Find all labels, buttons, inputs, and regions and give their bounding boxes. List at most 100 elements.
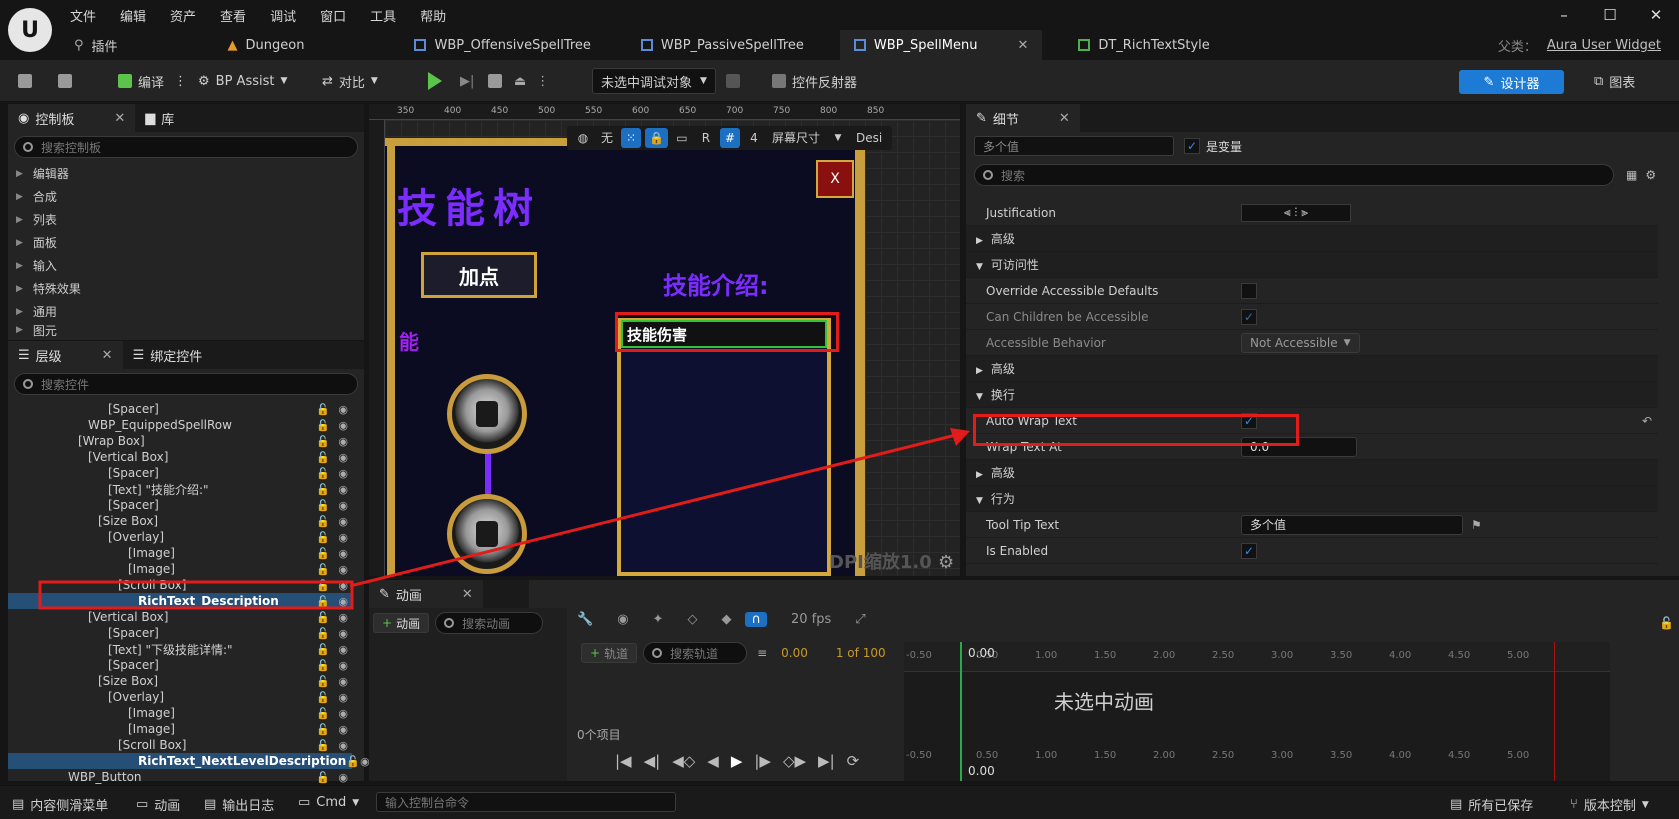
- menu-help[interactable]: 帮助: [420, 6, 446, 25]
- playhead[interactable]: [960, 642, 962, 781]
- eye-icon[interactable]: ◉: [617, 612, 628, 627]
- unlock-icon[interactable]: 🔓: [316, 707, 330, 720]
- hierarchy-item[interactable]: [Text] "技能介绍:" 🔓 ◉: [8, 481, 352, 497]
- console-input[interactable]: 输入控制台命令: [376, 792, 676, 812]
- close-icon[interactable]: ✕: [102, 348, 113, 363]
- tab-library[interactable]: ▆ 库: [135, 104, 184, 132]
- parent-class-link[interactable]: Aura User Widget: [1547, 38, 1661, 53]
- unreal-logo-icon[interactable]: U: [8, 8, 52, 52]
- next-key-icon[interactable]: ◇▶: [783, 752, 806, 770]
- unlock-icon[interactable]: 🔓: [316, 547, 330, 560]
- hierarchy-item[interactable]: [Overlay] 🔓 ◉: [8, 529, 352, 545]
- flag-icon[interactable]: ⚑: [1471, 518, 1482, 532]
- advanced-section-2[interactable]: ▶ 高级: [966, 356, 1658, 382]
- play-icon[interactable]: ▶: [731, 752, 743, 770]
- justification-buttons[interactable]: ⫷ ⫶ ⫸: [1241, 203, 1351, 222]
- palette-category[interactable]: ▶ 面板: [8, 231, 364, 254]
- compile-button[interactable]: 编译 ⋮: [118, 68, 187, 94]
- lock-icon[interactable]: 🔒: [645, 128, 668, 148]
- unlock-icon[interactable]: 🔓: [316, 771, 330, 784]
- screen-size-dropdown[interactable]: 屏幕尺寸: [768, 128, 824, 148]
- eye-icon[interactable]: ◉: [338, 403, 348, 416]
- animation-status-button[interactable]: ▭ 动画: [136, 795, 180, 814]
- unlock-icon[interactable]: 🔓: [316, 627, 330, 640]
- cmd-dropdown[interactable]: ▭ Cmd ▼: [298, 795, 359, 810]
- menu-file[interactable]: 文件: [70, 6, 96, 25]
- unlock-icon[interactable]: 🔓: [346, 755, 360, 768]
- behavior-section[interactable]: ▼ 行为: [966, 486, 1658, 512]
- reset-icon[interactable]: ↶: [1642, 414, 1652, 428]
- hierarchy-item[interactable]: [Spacer] 🔓 ◉: [8, 465, 352, 481]
- graph-mode-button[interactable]: ⧉ 图表: [1594, 68, 1635, 94]
- unlock-icon[interactable]: 🔓: [316, 739, 330, 752]
- unlock-icon[interactable]: 🔓: [316, 563, 330, 576]
- add-animation-button[interactable]: + 动画: [373, 613, 430, 633]
- hierarchy-item[interactable]: RichText_NextLevelDescription 🔓 ◉: [8, 753, 370, 769]
- unlock-icon[interactable]: 🔓: [316, 611, 330, 624]
- more-icon[interactable]: ⋮: [174, 74, 187, 89]
- menu-debug[interactable]: 调试: [270, 6, 296, 25]
- palette-category[interactable]: ▶ 合成: [8, 185, 364, 208]
- maximize-icon[interactable]: ☐: [1587, 6, 1633, 24]
- settings-icon[interactable]: ⚙: [1645, 168, 1656, 182]
- palette-category[interactable]: ▶ 特殊效果: [8, 277, 364, 300]
- save-status-button[interactable]: ▤ 所有已保存: [1450, 795, 1533, 814]
- widget-reflector-button[interactable]: 控件反射器: [772, 68, 857, 94]
- keyframe-icon[interactable]: ◇: [687, 612, 697, 627]
- current-time[interactable]: 0.00: [781, 646, 808, 660]
- hierarchy-item[interactable]: [Spacer] 🔓 ◉: [8, 657, 352, 673]
- unlock-icon[interactable]: 🔓: [316, 499, 330, 512]
- eye-icon[interactable]: ◉: [338, 515, 348, 528]
- prev-frame-icon[interactable]: ◀|: [644, 752, 661, 770]
- hierarchy-item[interactable]: [Spacer] 🔓 ◉: [8, 625, 352, 641]
- locked-skill-icon[interactable]: [447, 494, 527, 574]
- palette-category[interactable]: ▶ 编辑器: [8, 162, 364, 185]
- menu-view[interactable]: 查看: [220, 6, 246, 25]
- hierarchy-item[interactable]: [Image] 🔓 ◉: [8, 545, 352, 561]
- is-variable-checkbox[interactable]: ✓: [1184, 138, 1200, 154]
- hierarchy-item[interactable]: [Image] 🔓 ◉: [8, 561, 352, 577]
- unlock-icon[interactable]: 🔓: [316, 691, 330, 704]
- menu-asset[interactable]: 资产: [170, 6, 196, 25]
- gear-icon[interactable]: ⚙: [938, 552, 954, 573]
- eye-icon[interactable]: ◉: [338, 579, 348, 592]
- browse-button[interactable]: [58, 68, 78, 94]
- tab-details[interactable]: ✎ 细节 ✕: [966, 104, 1080, 132]
- unlock-icon[interactable]: 🔓: [316, 403, 330, 416]
- tab-offensive-spell-tree[interactable]: WBP_OffensiveSpellTree: [400, 30, 604, 60]
- jump-start-icon[interactable]: |◀: [615, 752, 632, 770]
- eye-icon[interactable]: ◉: [338, 531, 348, 544]
- hierarchy-item[interactable]: [Vertical Box] 🔓 ◉: [8, 449, 352, 465]
- hierarchy-item[interactable]: RichText_Description 🔓 ◉: [8, 593, 352, 609]
- eye-icon[interactable]: ◉: [338, 739, 348, 752]
- tab-palette[interactable]: ◉ 控制板 ✕: [8, 104, 136, 132]
- palette-search-input[interactable]: 搜索控制板: [14, 136, 358, 158]
- override-accessible-checkbox[interactable]: [1241, 282, 1257, 299]
- unlock-icon[interactable]: 🔓: [316, 675, 330, 688]
- unlock-icon[interactable]: 🔓: [316, 659, 330, 672]
- frame-counter[interactable]: 1 of 100: [836, 646, 886, 660]
- unlock-icon[interactable]: 🔓: [316, 515, 330, 528]
- eye-icon[interactable]: ◉: [338, 659, 348, 672]
- locked-skill-icon[interactable]: [447, 374, 527, 454]
- details-search-input[interactable]: 搜索: [974, 164, 1614, 186]
- hierarchy-item[interactable]: [Scroll Box] 🔓 ◉: [8, 577, 352, 593]
- add-point-button[interactable]: 加点: [421, 252, 537, 298]
- add-track-button[interactable]: + 轨道: [581, 643, 638, 663]
- eye-icon[interactable]: ◉: [338, 419, 348, 432]
- eye-icon[interactable]: ◉: [338, 483, 348, 496]
- menu-tools[interactable]: 工具: [370, 6, 396, 25]
- designer-mode-button[interactable]: ✎ 设计器: [1459, 70, 1564, 94]
- unlock-icon[interactable]: 🔓: [316, 723, 330, 736]
- next-frame-icon[interactable]: |▶: [754, 752, 771, 770]
- snap-icon[interactable]: ⁙: [621, 128, 642, 148]
- palette-category[interactable]: ▶ 通用: [8, 300, 364, 323]
- unlock-icon[interactable]: 🔓: [316, 531, 330, 544]
- table-view-icon[interactable]: ▦: [1626, 168, 1637, 182]
- hierarchy-item[interactable]: [Spacer] 🔓 ◉: [8, 497, 352, 513]
- tab-animation[interactable]: ✎ 动画 ✕: [369, 580, 483, 608]
- tab-dungeon[interactable]: ▲ Dungeon: [214, 30, 319, 60]
- filter-icon[interactable]: ≡: [757, 646, 767, 660]
- tab-passive-spell-tree[interactable]: WBP_PassiveSpellTree: [627, 30, 818, 60]
- eye-icon[interactable]: ◉: [338, 435, 348, 448]
